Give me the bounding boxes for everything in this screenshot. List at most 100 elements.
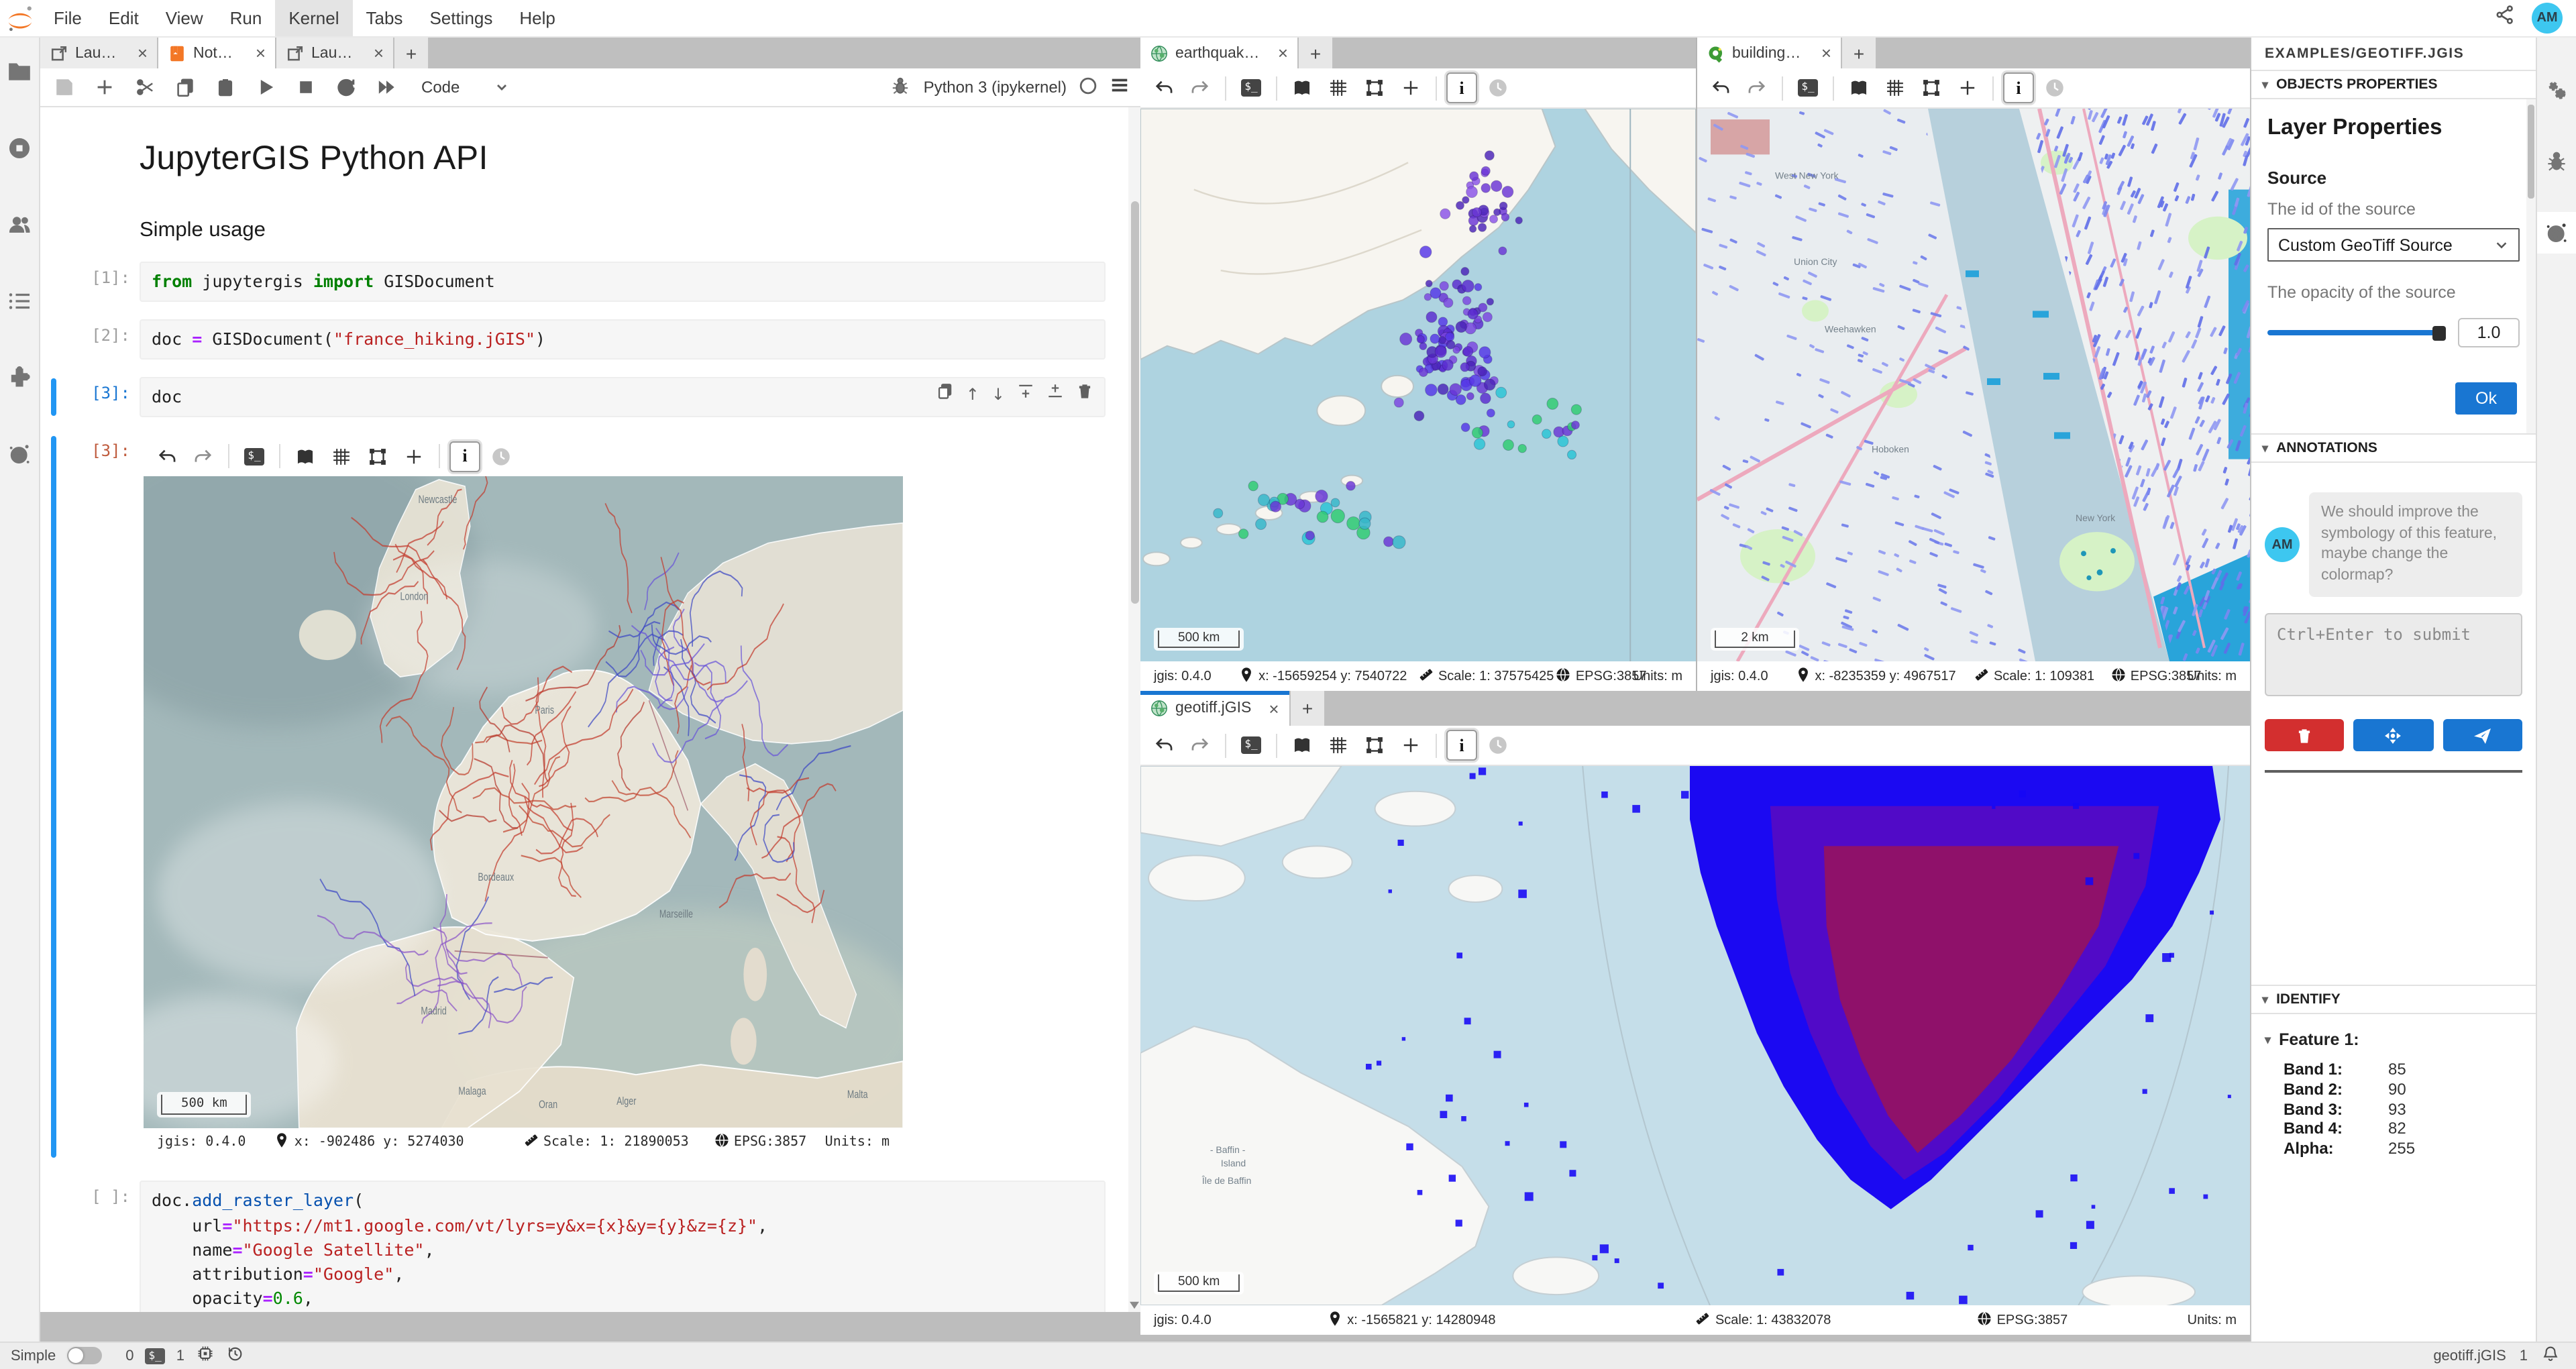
- kernels-count[interactable]: 1: [176, 1348, 184, 1364]
- code-cell-raster[interactable]: [ ]: doc.add_raster_layer( url="https://…: [51, 1181, 1106, 1312]
- basemap-book-icon[interactable]: [1287, 72, 1318, 103]
- delete-annotation-button[interactable]: [2265, 719, 2345, 751]
- gis-panel-globe-icon[interactable]: [2536, 212, 2576, 254]
- opacity-slider[interactable]: [2267, 330, 2445, 335]
- redo-icon[interactable]: [1741, 72, 1772, 103]
- close-icon[interactable]: ×: [1269, 700, 1279, 717]
- menu-edit[interactable]: Edit: [95, 0, 152, 36]
- close-icon[interactable]: ×: [138, 44, 148, 62]
- add-layer-icon[interactable]: [1952, 72, 1983, 103]
- temporal-clock-icon[interactable]: [2039, 72, 2070, 103]
- add-layer-icon[interactable]: [1395, 72, 1426, 103]
- new-tab-button[interactable]: +: [1842, 38, 1877, 68]
- menu-settings[interactable]: Settings: [416, 0, 506, 36]
- insert-cell-icon[interactable]: [91, 72, 118, 102]
- close-icon[interactable]: ×: [256, 44, 266, 62]
- code-cell-1[interactable]: [1]: from jupytergis import GISDocument: [51, 262, 1106, 302]
- new-tab-button[interactable]: +: [1299, 38, 1334, 68]
- ok-button[interactable]: Ok: [2455, 382, 2517, 415]
- duplicate-cell-icon[interactable]: [936, 383, 954, 407]
- code-cell-3-active[interactable]: [3]: doc↑↓: [51, 378, 1106, 418]
- copy-cells-icon[interactable]: [172, 72, 199, 102]
- console-terminal-icon[interactable]: $_: [1792, 72, 1823, 103]
- close-icon[interactable]: ×: [1278, 44, 1288, 62]
- undo-icon[interactable]: [1148, 730, 1179, 761]
- menu-run[interactable]: Run: [217, 0, 276, 36]
- slider-thumb[interactable]: [2432, 325, 2446, 340]
- notebook-menu-icon[interactable]: [1110, 75, 1130, 99]
- temporal-clock-icon[interactable]: [486, 441, 517, 472]
- tab-geotiff[interactable]: geotiff.jGIS ×: [1140, 691, 1291, 726]
- notebook-content[interactable]: JupyterGIS Python API Simple usage [1]: …: [40, 107, 1140, 1312]
- extensions-puzzle-icon[interactable]: [0, 357, 40, 398]
- identify-info-icon[interactable]: i: [1446, 730, 1477, 761]
- geotiff-map[interactable]: - Baffin -IslandÎle de Baffin 500 km: [1140, 766, 2250, 1305]
- temporal-clock-icon[interactable]: [1483, 730, 1513, 761]
- selection-icon[interactable]: [1359, 730, 1390, 761]
- tab-earthquakes[interactable]: earthquakes.jGIS ×: [1140, 38, 1299, 68]
- user-avatar[interactable]: AM: [2532, 3, 2563, 34]
- selection-icon[interactable]: [1916, 72, 1947, 103]
- new-tab-button[interactable]: +: [394, 38, 429, 68]
- menu-kernel[interactable]: Kernel: [275, 0, 352, 36]
- undo-icon[interactable]: [152, 441, 182, 472]
- property-inspector-gears-icon[interactable]: [2536, 70, 2576, 111]
- menu-view[interactable]: View: [152, 0, 217, 36]
- share-icon[interactable]: [2494, 4, 2516, 32]
- cell-3-output-map[interactable]: [3]: $_i: [51, 435, 1106, 1160]
- basemap-book-icon[interactable]: [1287, 730, 1318, 761]
- earthquakes-map[interactable]: 500 km: [1140, 109, 1696, 661]
- submit-annotation-button[interactable]: [2443, 719, 2522, 751]
- new-tab-button[interactable]: +: [1291, 691, 1326, 726]
- center-annotation-button[interactable]: [2354, 719, 2434, 751]
- menu-help[interactable]: Help: [506, 0, 569, 36]
- delete-cell-icon[interactable]: [1076, 383, 1093, 407]
- kernel-name[interactable]: Python 3 (ipykernel): [924, 78, 1067, 97]
- identify-feature[interactable]: ▾ Feature 1:: [2265, 1030, 2522, 1049]
- running-kernels-icon[interactable]: [0, 127, 40, 169]
- basemap-book-icon[interactable]: [1843, 72, 1874, 103]
- close-icon[interactable]: ×: [374, 44, 384, 62]
- temporal-clock-icon[interactable]: [1483, 72, 1513, 103]
- add-layer-icon[interactable]: [1395, 730, 1426, 761]
- table-of-contents-icon[interactable]: [0, 280, 40, 322]
- source-select[interactable]: Custom GeoTiff Source: [2267, 228, 2520, 262]
- add-layer-icon[interactable]: [398, 441, 429, 472]
- tab-launcher-1[interactable]: Launcher ×: [40, 38, 158, 68]
- tab-launcher-2[interactable]: Launcher ×: [276, 38, 394, 68]
- tab-buildings[interactable]: buildings.qgz ×: [1697, 38, 1842, 68]
- console-terminal-icon[interactable]: $_: [1236, 730, 1267, 761]
- basemap-book-icon[interactable]: [290, 441, 321, 472]
- annotation-input[interactable]: [2265, 613, 2522, 696]
- menu-tabs[interactable]: Tabs: [353, 0, 417, 36]
- insert-below-icon[interactable]: [1046, 383, 1064, 407]
- jupytergis-globe-icon[interactable]: [0, 433, 40, 475]
- move-down-icon[interactable]: ↓: [991, 383, 1005, 406]
- history-icon[interactable]: [225, 1345, 244, 1368]
- code-cell-2[interactable]: [2]: doc = GISDocument("france_hiking.jG…: [51, 319, 1106, 360]
- interrupt-kernel-icon[interactable]: [292, 72, 319, 102]
- collaboration-users-icon[interactable]: [0, 204, 40, 245]
- identify-info-icon[interactable]: i: [1446, 72, 1477, 103]
- redo-icon[interactable]: [188, 441, 219, 472]
- kernel-status-icon[interactable]: [1079, 76, 1097, 99]
- annotations-section[interactable]: ▾ ANNOTATIONS: [2251, 433, 2536, 463]
- restart-kernel-icon[interactable]: [333, 72, 360, 102]
- tab-notebook[interactable]: Notebook.ipynb ×: [158, 38, 276, 68]
- grid-icon[interactable]: [1323, 730, 1354, 761]
- redo-icon[interactable]: [1185, 72, 1216, 103]
- properties-scrollbar[interactable]: [2526, 99, 2536, 433]
- undo-icon[interactable]: [1148, 72, 1179, 103]
- console-terminal-icon[interactable]: $_: [239, 441, 270, 472]
- simple-mode-toggle[interactable]: [66, 1348, 101, 1365]
- grid-icon[interactable]: [1323, 72, 1354, 103]
- grid-icon[interactable]: [1880, 72, 1911, 103]
- france-map[interactable]: NewcastleLondonParisBordeauxMarseilleMad…: [144, 477, 903, 1129]
- paste-cells-icon[interactable]: [212, 72, 239, 102]
- save-icon[interactable]: [51, 72, 78, 102]
- run-cell-icon[interactable]: [252, 72, 279, 102]
- cut-cells-icon[interactable]: [131, 72, 158, 102]
- menu-file[interactable]: File: [40, 0, 95, 36]
- selection-icon[interactable]: [362, 441, 393, 472]
- terminal-icon[interactable]: $_: [145, 1348, 166, 1364]
